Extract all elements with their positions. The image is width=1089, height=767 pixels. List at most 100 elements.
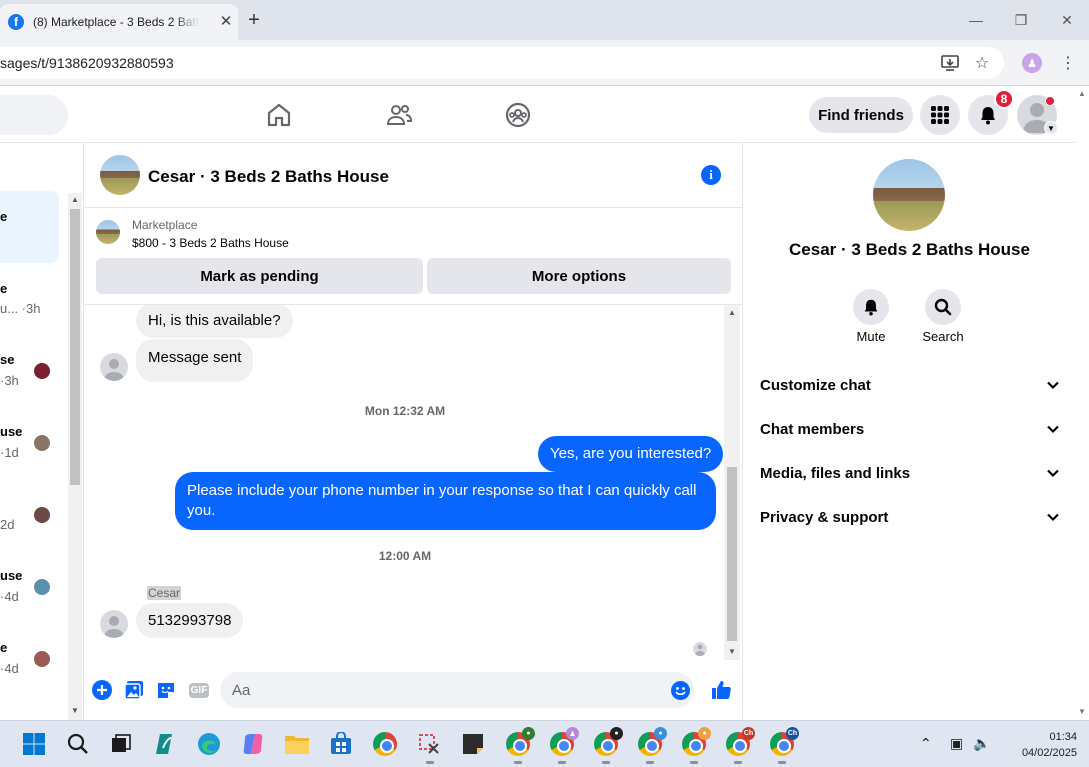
chrome-profile-icon[interactable]: ● [681,727,711,757]
chrome-profile-icon[interactable]: ● [637,727,667,757]
chevron-down-icon [1047,469,1059,478]
message-bubble-outgoing[interactable]: Yes, are you interested? [538,436,724,472]
chat-name-fragment[interactable]: se [0,352,14,367]
menu-grid-button[interactable] [920,95,960,135]
chat-list-item-selected[interactable] [0,191,59,263]
minimize-icon[interactable]: — [961,8,991,32]
facebook-search-input[interactable] [0,95,68,135]
avatar[interactable] [100,610,128,638]
more-options-button[interactable]: More options [427,258,731,294]
window-close-icon[interactable]: ✕ [1052,8,1082,32]
conversation-info-panel: Cesar · 3 Beds 2 Baths House Mute Search… [744,143,1075,720]
page-scrollbar[interactable]: ▲ ▼ [1075,87,1089,720]
task-view-icon[interactable] [108,731,134,757]
bookmark-star-icon[interactable]: ☆ [971,52,993,74]
customize-chat-section[interactable]: Customize chat [760,365,1060,405]
chat-meta: ·1d [0,445,19,460]
section-label: Media, files and links [760,464,911,482]
chrome-profile-icon[interactable]: ● [505,727,535,757]
chrome-profile-icon[interactable]: Ch [769,727,799,757]
facebook-favicon-icon: f [8,14,24,30]
file-explorer-icon[interactable] [284,731,310,757]
chat-name-fragment[interactable]: use [0,568,22,583]
chrome-icon[interactable] [372,731,398,757]
chevron-down-icon[interactable]: ▼ [1044,121,1058,135]
scrollbar-thumb[interactable] [727,467,737,641]
chat-name-fragment[interactable]: e [0,209,7,224]
restore-icon[interactable]: ❐ [1006,8,1036,32]
listing-thumbnail[interactable] [96,220,120,244]
chevron-up-icon[interactable]: ⌃ [920,735,932,752]
browser-tabstrip: f (8) Marketplace - 3 Beds 2 Baths House… [0,0,1089,40]
chat-name-fragment[interactable]: e [0,281,7,296]
chrome-profile-icon[interactable]: ● [593,727,623,757]
groups-icon[interactable] [504,101,532,129]
scroll-up-arrow-icon[interactable]: ▲ [71,195,79,204]
scroll-down-arrow-icon[interactable]: ▼ [71,706,79,715]
add-attachment-icon[interactable] [92,680,112,700]
search-button[interactable] [925,289,961,325]
message-bubble-incoming[interactable]: Hi, is this available? [136,305,293,338]
chrome-profile-icon[interactable]: ♟ [549,727,579,757]
message-bubble-outgoing[interactable]: Please include your phone number in your… [175,472,716,530]
listing-photo-large[interactable] [873,159,945,231]
message-scrollbar[interactable]: ▲ ▼ [724,305,740,660]
chat-members-section[interactable]: Chat members [760,409,1060,449]
new-tab-button[interactable]: + [244,10,264,30]
scroll-down-arrow-icon[interactable]: ▼ [1078,707,1086,716]
search-icon[interactable] [65,731,91,757]
message-input[interactable] [220,672,694,708]
edge-icon[interactable] [196,731,222,757]
scrollbar-thumb[interactable] [70,209,80,485]
photo-icon[interactable] [124,680,144,700]
system-clock[interactable]: 01:34 04/02/2025 [1003,729,1077,761]
emoji-icon[interactable] [671,681,690,700]
find-friends-button[interactable]: Find friends [809,97,913,133]
close-tab-icon[interactable]: ✕ [218,14,234,30]
info-icon[interactable]: i [701,165,721,185]
network-icon[interactable]: ▣ [950,735,963,752]
chat-name-fragment[interactable]: e [0,640,7,655]
listing-price-title[interactable]: $800 - 3 Beds 2 Baths House [132,236,289,250]
chrome-profile-icon[interactable]: Ch [725,727,755,757]
scroll-down-arrow-icon[interactable]: ▼ [728,647,736,656]
message-bubble-incoming[interactable]: Message sent [136,339,254,382]
chat-avatar [34,507,50,523]
listing-photo[interactable] [100,155,140,195]
windows-start-icon[interactable] [21,731,47,757]
privacy-support-section[interactable]: Privacy & support [760,497,1060,537]
mute-button[interactable] [853,289,889,325]
avatar[interactable] [100,353,128,381]
friends-icon[interactable] [385,101,413,129]
chat-list-scrollbar[interactable]: ▲ ▼ [68,193,82,720]
message-bubble-incoming[interactable]: 5132993798 [136,603,244,638]
pen-app-icon[interactable] [153,731,179,757]
mark-as-pending-button[interactable]: Mark as pending [96,258,423,294]
running-indicator [602,761,610,764]
scroll-up-arrow-icon[interactable]: ▲ [728,308,736,317]
sticker-icon[interactable] [156,680,176,700]
omnibox[interactable]: sages/t/9138620932880593 [0,47,1004,79]
install-app-icon[interactable] [939,52,961,74]
thumbs-up-icon[interactable] [709,678,733,702]
scroll-up-arrow-icon[interactable]: ▲ [1078,89,1086,98]
home-icon[interactable] [265,101,293,129]
copilot-icon[interactable] [240,731,266,757]
browser-tab[interactable]: f (8) Marketplace - 3 Beds 2 Baths House… [0,4,238,40]
sticky-notes-icon[interactable] [460,731,486,757]
conversation-title[interactable]: Cesar · 3 Beds 2 Baths House [148,167,389,187]
mute-label: Mute [856,329,886,344]
section-label: Privacy & support [760,508,889,526]
chat-name-fragment[interactable]: use [0,424,22,439]
volume-icon[interactable]: 🔈 [973,735,990,752]
media-files-links-section[interactable]: Media, files and links [760,453,1060,493]
url-text[interactable]: sages/t/9138620932880593 [0,55,174,71]
snipping-tool-icon[interactable] [416,731,442,757]
message-timestamp: Mon 12:32 AM [364,404,446,418]
browser-menu-icon[interactable]: ⋮ [1057,52,1079,74]
chat-avatar [34,579,50,595]
microsoft-store-icon[interactable] [328,731,354,757]
extension-icon[interactable]: ♟ [1021,52,1043,74]
gif-icon[interactable]: GIF [188,680,210,700]
message-composer: GIF [85,668,743,712]
